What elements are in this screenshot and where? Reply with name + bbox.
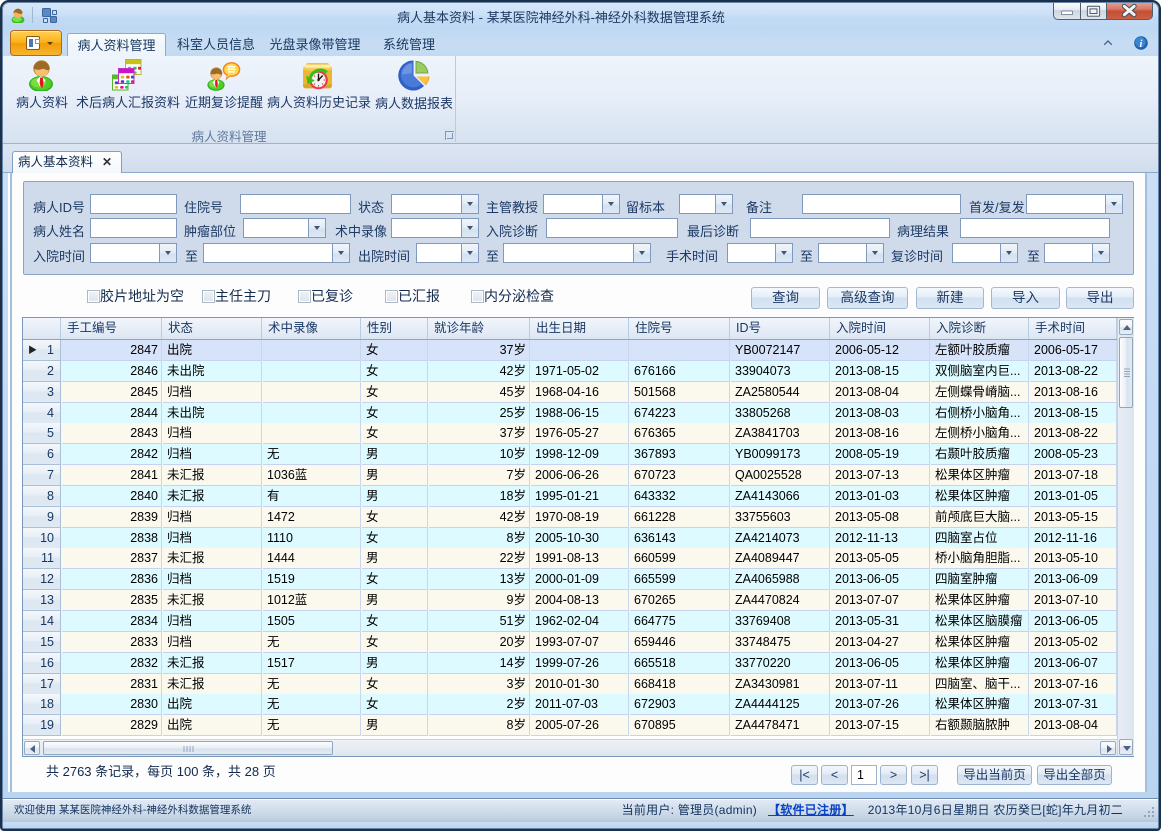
- svg-text:i: i: [1140, 39, 1143, 50]
